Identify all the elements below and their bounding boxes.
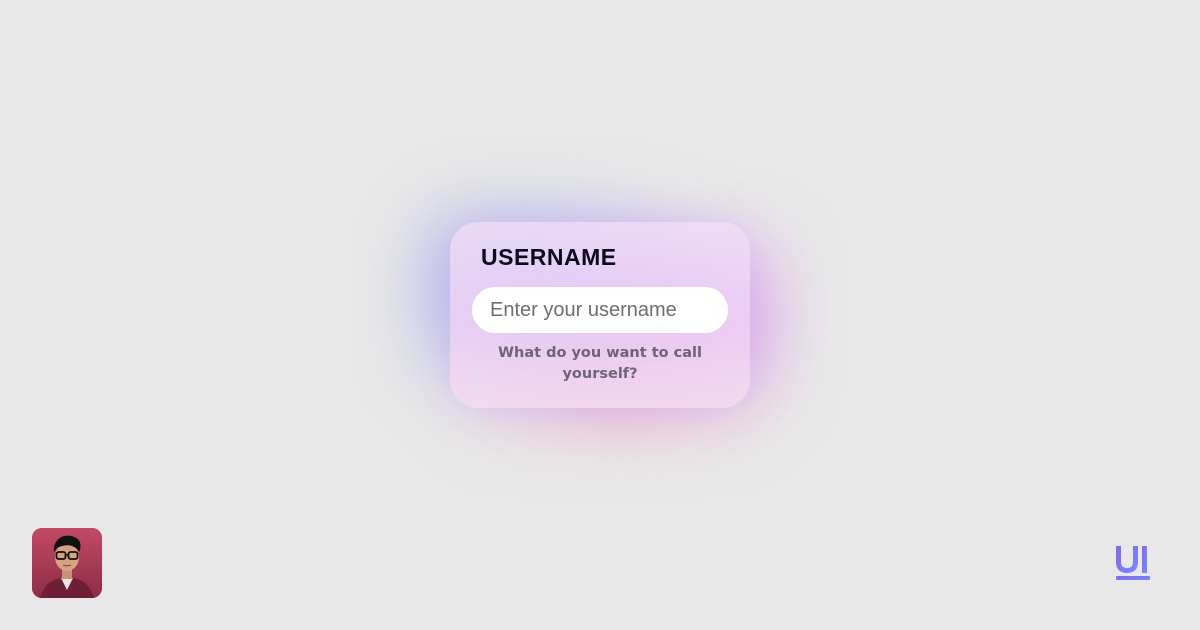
username-card: USERNAME What do you want to call yourse… <box>450 222 750 408</box>
username-label: USERNAME <box>481 244 617 270</box>
avatar[interactable] <box>32 528 102 598</box>
username-hint: What do you want to call yourself? <box>498 345 702 382</box>
username-input[interactable] <box>472 287 728 333</box>
profile-photo-icon <box>32 528 102 598</box>
ui-logo-icon[interactable] <box>1110 540 1156 586</box>
ui-logo-mark <box>1116 546 1150 580</box>
page-canvas: USERNAME What do you want to call yourse… <box>0 0 1200 630</box>
